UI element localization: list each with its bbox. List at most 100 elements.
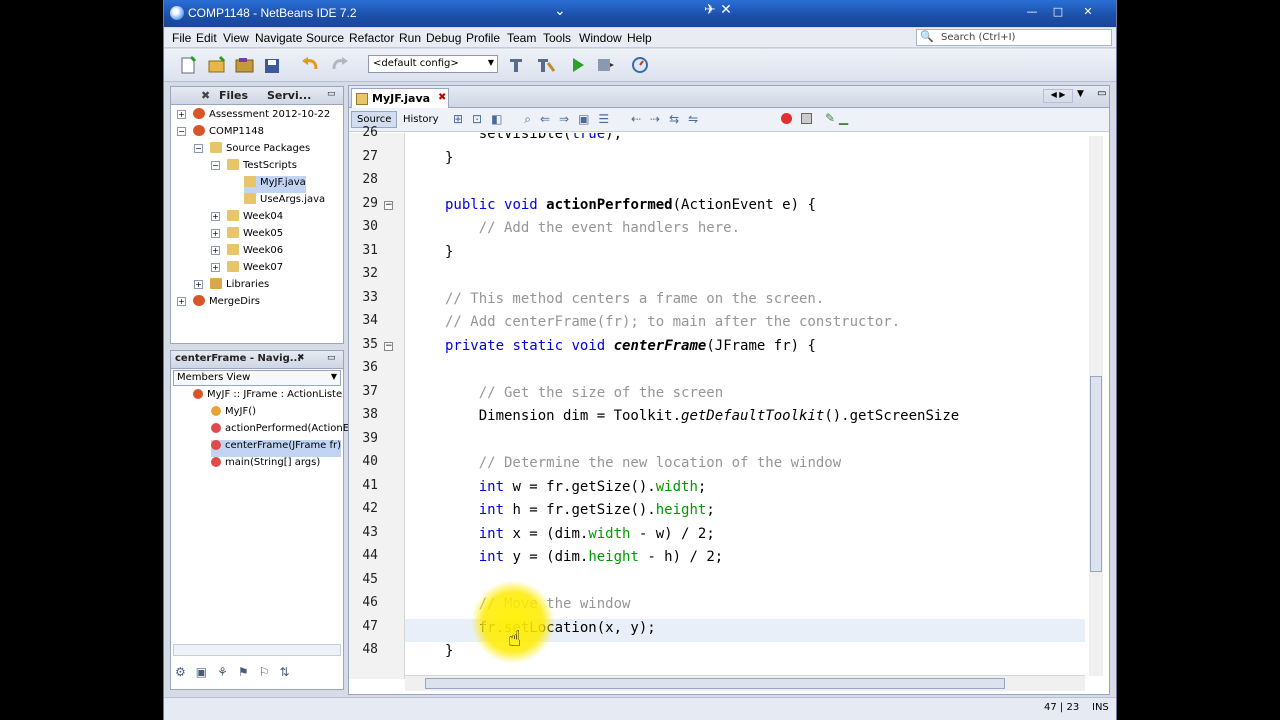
code-line[interactable]: int x = (dim.width - w) / 2; (445, 523, 715, 546)
menu-help[interactable]: Help (627, 31, 652, 45)
members-view-select[interactable]: Members View ▼ (173, 370, 341, 386)
open-project-icon[interactable] (234, 55, 256, 75)
vertical-scrollbar[interactable] (1089, 136, 1103, 676)
code-line[interactable]: // Add centerFrame(fr); to main after th… (445, 311, 900, 334)
fold-toggle-icon[interactable]: − (384, 341, 393, 351)
menu-profile[interactable]: Profile (466, 31, 500, 45)
menu-window[interactable]: Window (579, 31, 622, 45)
tree-item[interactable]: + Week04 (211, 210, 283, 227)
code-line[interactable]: } (445, 640, 453, 663)
tab-services[interactable]: Servi... (267, 89, 311, 102)
expand-toggle-icon[interactable]: + (211, 246, 220, 255)
close-icon[interactable]: ✖ (201, 89, 210, 102)
code-line[interactable]: } (445, 147, 453, 170)
code-line[interactable]: private static void centerFrame(JFrame f… (445, 335, 816, 358)
code-line[interactable]: // Get the size of the screen (445, 382, 723, 405)
tree-item[interactable]: − TestScripts (211, 159, 297, 176)
tree-item[interactable]: + Week06 (211, 244, 283, 261)
minimize-pane-icon[interactable]: ▭ (327, 353, 336, 363)
new-file-icon[interactable] (178, 55, 200, 75)
undo-icon[interactable] (300, 55, 322, 75)
navigator-hscroll[interactable] (173, 644, 341, 656)
tree-item[interactable]: + Libraries (194, 278, 269, 295)
maximize-editor-icon[interactable]: ▭ (1097, 88, 1106, 99)
menu-view[interactable]: View (223, 31, 249, 45)
profile-icon[interactable] (630, 55, 652, 75)
tree-item[interactable]: MyJF.java (244, 176, 306, 193)
tab-files[interactable]: Files (219, 89, 248, 102)
new-project-icon[interactable] (206, 55, 228, 75)
fold-toggle-icon[interactable]: − (384, 200, 393, 210)
menu-debug[interactable]: Debug (426, 31, 461, 45)
horizontal-scrollbar[interactable] (405, 675, 1085, 691)
close-icon[interactable]: ✖ (297, 353, 305, 363)
navigator-filter-icons[interactable]: ⚙▣⚘⚑⚐⇅ (175, 665, 335, 685)
code-line[interactable]: int y = (dim.height - h) / 2; (445, 546, 723, 569)
horizontal-scroll-thumb[interactable] (425, 678, 1005, 689)
menu-tools[interactable]: Tools (543, 31, 571, 45)
tree-item[interactable]: + Week05 (211, 227, 283, 244)
tree-item[interactable]: − COMP1148 (177, 125, 264, 142)
minimize-button[interactable]: — (1020, 3, 1044, 20)
search-input[interactable]: 🔍 Search (Ctrl+I) (916, 29, 1112, 46)
clean-build-icon[interactable] (534, 55, 556, 75)
menu-run[interactable]: Run (399, 31, 421, 45)
code-line[interactable]: // This method centers a frame on the sc… (445, 288, 824, 311)
expand-toggle-icon[interactable]: + (211, 212, 220, 221)
pin-icon[interactable]: ✈ ✕ (704, 2, 732, 18)
code-line[interactable]: // Determine the new location of the win… (445, 452, 841, 475)
navigator-item[interactable]: centerFrame(JFrame fr) (211, 440, 342, 457)
history-button[interactable]: History (397, 111, 445, 128)
close-button[interactable]: ✕ (1076, 3, 1100, 20)
line-number-gutter[interactable]: 26 27 28 29−30 31 32 33 34 35−36 37 38 39 40 41 42 43 44… (349, 125, 405, 679)
navigator-title[interactable]: centerFrame - Navig... (175, 353, 301, 364)
tree-item[interactable]: − Source Packages (194, 142, 310, 159)
tab-myjf-java[interactable]: MyJF.java ✖ (351, 88, 449, 108)
record-macro-icon[interactable] (781, 113, 792, 124)
debug-icon[interactable] (594, 55, 616, 75)
save-all-icon[interactable] (262, 55, 284, 75)
expand-toggle-icon[interactable]: − (177, 127, 186, 136)
minimize-pane-icon[interactable]: ▭ (327, 89, 336, 99)
code-line[interactable]: int h = fr.getSize().height; (445, 499, 715, 522)
code-line[interactable]: } (445, 241, 453, 264)
vertical-scroll-thumb[interactable] (1090, 376, 1102, 572)
expand-toggle-icon[interactable]: + (177, 110, 186, 119)
expand-toggle-icon[interactable]: − (211, 161, 220, 170)
code-line[interactable]: setVisible(true); (445, 133, 622, 146)
menu-team[interactable]: Team (507, 31, 536, 45)
menu-source[interactable]: Source (306, 31, 344, 45)
run-icon[interactable] (567, 55, 589, 75)
menu-navigate[interactable]: Navigate (255, 31, 302, 45)
redo-icon[interactable] (328, 55, 350, 75)
menu-edit[interactable]: Edit (196, 31, 217, 45)
chevron-down-icon[interactable]: ⌄ (554, 3, 566, 19)
config-select[interactable]: <default config> ▼ (368, 55, 498, 73)
tree-item[interactable]: UseArgs.java (244, 193, 325, 210)
navigator-item[interactable]: MyJF :: JFrame : ActionListe (193, 389, 342, 406)
navigator-item[interactable]: actionPerformed(ActionE (211, 423, 349, 440)
tree-item[interactable]: + MergeDirs (177, 295, 260, 312)
title-bar[interactable]: COMP1148 - NetBeans IDE 7.2 ⌄ ✈ ✕ — □ ✕ (164, 0, 1116, 27)
tab-scroll-arrows[interactable]: ◀ ▶ (1043, 89, 1073, 103)
navigator-item[interactable]: main(String[] args) (211, 457, 320, 474)
comment-icon[interactable]: ✎ ▁ (825, 111, 848, 125)
tree-item[interactable]: + Assessment 2012-10-22 (177, 108, 330, 125)
close-icon[interactable]: ✖ (438, 92, 446, 103)
stop-macro-icon[interactable] (801, 113, 812, 124)
code-line[interactable]: Dimension dim = Toolkit.getDefaultToolki… (445, 405, 959, 428)
expand-toggle-icon[interactable]: + (211, 229, 220, 238)
expand-toggle-icon[interactable]: + (211, 263, 220, 272)
tree-item[interactable]: + Week07 (211, 261, 283, 278)
maximize-button[interactable]: □ (1046, 3, 1070, 20)
code-line[interactable]: int w = fr.getSize().width; (445, 476, 707, 499)
code-line[interactable]: // Add the event handlers here. (445, 217, 740, 240)
expand-toggle-icon[interactable]: + (194, 280, 203, 289)
code-line[interactable]: public void actionPerformed(ActionEvent … (445, 194, 816, 217)
chevron-down-icon[interactable]: ▼ (1077, 89, 1084, 99)
build-icon[interactable] (506, 55, 528, 75)
navigator-item[interactable]: MyJF() (211, 406, 256, 423)
expand-toggle-icon[interactable]: + (177, 297, 186, 306)
menu-refactor[interactable]: Refactor (349, 31, 394, 45)
expand-toggle-icon[interactable]: − (194, 144, 203, 153)
